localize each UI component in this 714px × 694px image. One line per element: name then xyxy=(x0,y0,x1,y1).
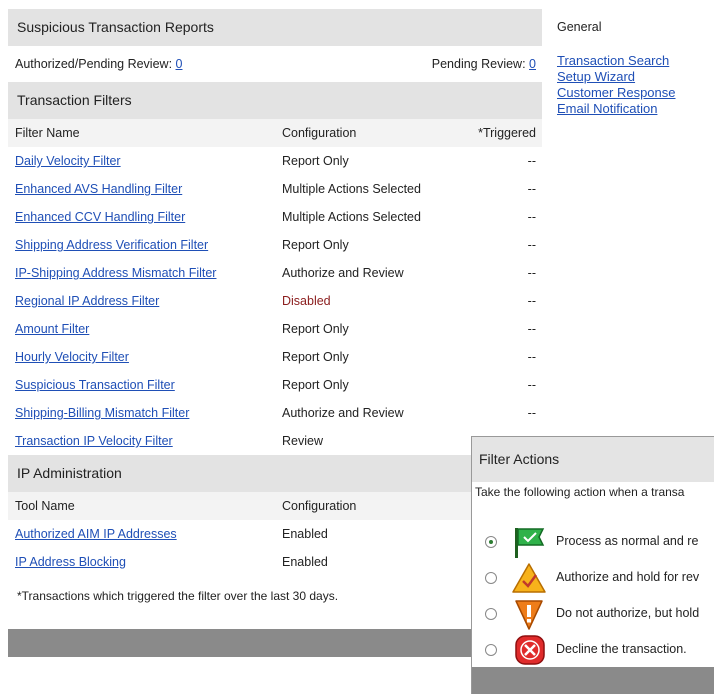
ip-tool-row: Authorized AIM IP Addresses Enabled xyxy=(8,520,542,548)
customer-response-link[interactable]: Customer Response xyxy=(557,85,714,101)
filter-row: Enhanced CCV Handling Filter Multiple Ac… xyxy=(8,203,542,231)
authorized-pending-label: Authorized/Pending Review: xyxy=(15,57,173,71)
action-option-hold[interactable]: Do not authorize, but hold xyxy=(472,596,714,632)
filter-actions-popup: Filter Actions Take the following action… xyxy=(471,436,714,694)
green-flag-icon xyxy=(515,528,545,558)
filters-column-header: Filter Name Configuration *Triggered xyxy=(8,119,542,147)
action-label-hold: Do not authorize, but hold xyxy=(556,606,700,620)
ip-admin-column-header: Tool Name Configuration xyxy=(8,492,542,520)
filter-name-link[interactable]: Hourly Velocity Filter xyxy=(15,343,129,371)
pending-review-summary: Pending Review: 0 xyxy=(432,46,536,82)
filter-row: Shipping-Billing Mismatch Filter Authori… xyxy=(8,399,542,427)
filter-triggered: -- xyxy=(527,378,536,392)
filter-row: IP-Shipping Address Mismatch Filter Auth… xyxy=(8,259,542,287)
ip-tool-row: IP Address Blocking Enabled xyxy=(8,548,542,576)
filter-triggered: -- xyxy=(527,210,536,224)
filter-config: Report Only xyxy=(282,378,349,392)
filter-triggered: -- xyxy=(527,182,536,196)
filter-config: Authorize and Review xyxy=(282,406,404,420)
pending-review-label: Pending Review: xyxy=(431,57,526,71)
filter-triggered: -- xyxy=(527,266,536,280)
filter-name-link[interactable]: Amount Filter xyxy=(15,315,89,343)
action-label-decline: Decline the transaction. xyxy=(556,642,687,656)
filter-row: Shipping Address Verification Filter Rep… xyxy=(8,231,542,259)
filter-config: Multiple Actions Selected xyxy=(282,210,421,224)
column-tool-name: Tool Name xyxy=(15,499,75,513)
pending-review-count-link[interactable]: 0 xyxy=(529,57,536,71)
email-notification-link[interactable]: Email Notification xyxy=(557,101,714,117)
filter-name-link[interactable]: Enhanced CCV Handling Filter xyxy=(15,203,185,231)
filter-row: Daily Velocity Filter Report Only -- xyxy=(8,147,542,175)
main-panel: Suspicious Transaction Reports Authorize… xyxy=(8,9,542,616)
filter-row: Regional IP Address Filter Disabled -- xyxy=(8,287,542,315)
filter-config: Authorize and Review xyxy=(282,266,404,280)
action-option-authorize-hold[interactable]: Authorize and hold for rev xyxy=(472,560,714,596)
column-triggered: *Triggered xyxy=(478,126,536,140)
setup-wizard-link[interactable]: Setup Wizard xyxy=(557,69,714,85)
filter-config-disabled: Disabled xyxy=(282,294,331,308)
action-label-authorize-hold: Authorize and hold for rev xyxy=(556,570,700,584)
filter-config: Report Only xyxy=(282,154,349,168)
ip-tool-config: Enabled xyxy=(282,555,328,569)
transaction-search-link[interactable]: Transaction Search xyxy=(557,53,714,69)
filter-config: Report Only xyxy=(282,238,349,252)
action-option-decline[interactable]: Decline the transaction. xyxy=(472,632,714,668)
filter-config: Report Only xyxy=(282,322,349,336)
decline-x-icon xyxy=(515,635,545,665)
triggered-footnote: *Transactions which triggered the filter… xyxy=(17,589,339,603)
reports-section-title: Suspicious Transaction Reports xyxy=(8,9,542,46)
action-radio-authorize-hold[interactable] xyxy=(485,572,497,584)
filter-config: Report Only xyxy=(282,350,349,364)
filter-name-link[interactable]: Daily Velocity Filter xyxy=(15,147,121,175)
exclamation-shield-icon xyxy=(515,600,543,630)
filter-name-link[interactable]: Suspicious Transaction Filter xyxy=(15,371,175,399)
authorized-pending-summary: Authorized/Pending Review: 0 xyxy=(15,46,182,82)
popup-title: Filter Actions xyxy=(472,437,714,482)
general-sidebar: General Transaction Search Setup Wizard … xyxy=(557,20,714,117)
action-radio-process[interactable] xyxy=(485,536,497,548)
filter-triggered: -- xyxy=(527,154,536,168)
column-configuration: Configuration xyxy=(282,126,357,140)
filter-config: Review xyxy=(282,434,323,448)
column-configuration: Configuration xyxy=(282,499,357,513)
filter-triggered: -- xyxy=(527,238,536,252)
filter-triggered: -- xyxy=(527,350,536,364)
filter-name-link[interactable]: Shipping Address Verification Filter xyxy=(15,231,208,259)
filter-name-link[interactable]: IP-Shipping Address Mismatch Filter xyxy=(15,259,216,287)
authorized-pending-count-link[interactable]: 0 xyxy=(176,57,183,71)
ip-administration-title: IP Administration xyxy=(8,455,542,492)
popup-footer-bar xyxy=(472,667,714,694)
reports-summary-row: Authorized/Pending Review: 0 Pending Rev… xyxy=(8,46,542,82)
filter-triggered: -- xyxy=(527,322,536,336)
transaction-filters-title: Transaction Filters xyxy=(8,82,542,119)
column-filter-name: Filter Name xyxy=(15,126,80,140)
filter-name-link[interactable]: Enhanced AVS Handling Filter xyxy=(15,175,182,203)
filter-row: Amount Filter Report Only -- xyxy=(8,315,542,343)
filter-row: Suspicious Transaction Filter Report Onl… xyxy=(8,371,542,399)
warning-triangle-icon xyxy=(512,563,546,593)
filter-config: Multiple Actions Selected xyxy=(282,182,421,196)
sidebar-heading: General xyxy=(557,20,602,34)
ip-tool-config: Enabled xyxy=(282,527,328,541)
action-label-process: Process as normal and re xyxy=(556,534,699,548)
filter-triggered: -- xyxy=(527,406,536,420)
filter-triggered: -- xyxy=(527,294,536,308)
filter-row: Transaction IP Velocity Filter Review xyxy=(8,427,542,455)
filter-row: Hourly Velocity Filter Report Only -- xyxy=(8,343,542,371)
action-radio-hold[interactable] xyxy=(485,608,497,620)
popup-instruction: Take the following action when a transa xyxy=(475,485,685,499)
filter-name-link[interactable]: Transaction IP Velocity Filter xyxy=(15,427,173,455)
ip-tool-link[interactable]: IP Address Blocking xyxy=(15,548,126,576)
filter-row: Enhanced AVS Handling Filter Multiple Ac… xyxy=(8,175,542,203)
filter-name-link[interactable]: Regional IP Address Filter xyxy=(15,287,159,315)
action-option-process[interactable]: Process as normal and re xyxy=(472,524,714,560)
filter-name-link[interactable]: Shipping-Billing Mismatch Filter xyxy=(15,399,189,427)
action-radio-decline[interactable] xyxy=(485,644,497,656)
ip-tool-link[interactable]: Authorized AIM IP Addresses xyxy=(15,520,177,548)
